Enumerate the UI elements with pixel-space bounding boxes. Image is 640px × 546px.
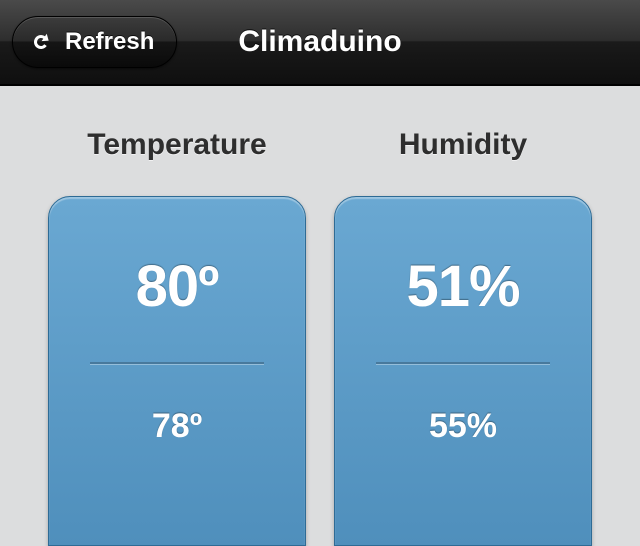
temperature-target-value: 78º — [152, 407, 202, 446]
humidity-target-value: 55% — [429, 407, 497, 446]
app-header: Refresh Climaduino — [0, 0, 640, 86]
divider — [376, 362, 550, 365]
temperature-header: Temperature — [87, 128, 267, 162]
refresh-button[interactable]: Refresh — [12, 16, 177, 68]
humidity-header: Humidity — [399, 128, 527, 162]
refresh-button-label: Refresh — [65, 28, 154, 56]
humidity-current-value: 51% — [406, 253, 519, 320]
divider — [90, 362, 264, 365]
temperature-current-value: 80º — [136, 253, 219, 320]
temperature-card[interactable]: 80º 78º — [48, 196, 306, 546]
main-content: Temperature 80º 78º Humidity 51% 55% — [0, 86, 640, 546]
humidity-card[interactable]: 51% 55% — [334, 196, 592, 546]
page-title: Climaduino — [238, 25, 401, 59]
temperature-column: Temperature 80º 78º — [48, 128, 306, 546]
humidity-column: Humidity 51% 55% — [334, 128, 592, 546]
refresh-icon — [29, 30, 53, 54]
